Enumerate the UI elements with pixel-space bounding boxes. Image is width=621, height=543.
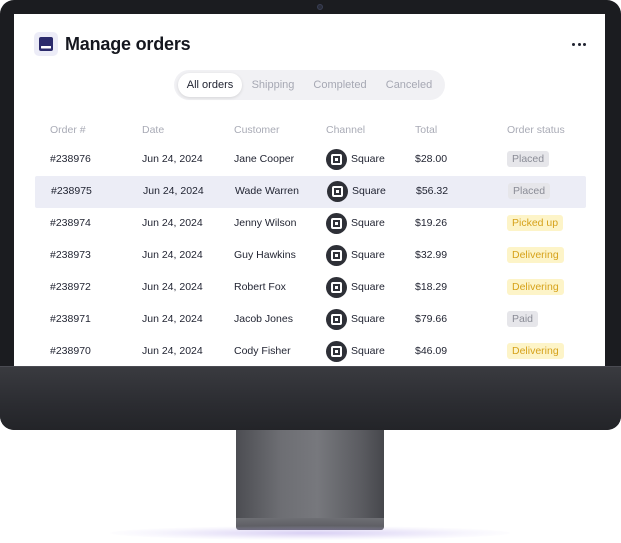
tab-shipping[interactable]: Shipping [245, 73, 301, 97]
order-number: #238975 [51, 185, 92, 197]
column-header-status[interactable]: Order status [507, 124, 565, 136]
table-row[interactable]: #238974 Jun 24, 2024 Jenny Wilson Square $19… [34, 208, 585, 240]
status-badge: Delivering [507, 343, 564, 359]
tab-completed[interactable]: Completed [308, 73, 372, 97]
order-total: $18.29 [415, 281, 448, 293]
more-options-button[interactable] [569, 35, 589, 53]
column-header-total[interactable]: Total [415, 124, 437, 136]
order-date: Jun 24, 2024 [142, 313, 203, 325]
ellipsis-icon [583, 43, 586, 46]
status-badge: Placed [508, 183, 551, 199]
order-number: #238973 [50, 249, 91, 261]
screen: Manage orders All orders Shipping Comple… [14, 14, 605, 366]
monitor-stand [236, 430, 384, 522]
column-header-order[interactable]: Order # [50, 124, 86, 136]
inbox-tray-icon [34, 32, 58, 56]
status-badge: Placed [507, 151, 550, 167]
order-number: #238972 [50, 281, 91, 293]
customer-name: Cody Fisher [234, 345, 291, 357]
channel-name: Square [351, 345, 385, 357]
page-title: Manage orders [65, 34, 191, 54]
column-header-date[interactable]: Date [142, 124, 164, 136]
ellipsis-icon [577, 43, 581, 46]
channel-name: Square [351, 249, 385, 261]
customer-name: Robert Fox [234, 281, 286, 293]
order-total: $56.32 [416, 185, 449, 197]
monitor-chin [0, 366, 621, 430]
square-pos-icon [327, 181, 348, 202]
status-badge: Picked up [507, 215, 564, 231]
customer-name: Wade Warren [235, 185, 299, 197]
order-date: Jun 24, 2024 [143, 185, 204, 197]
order-number: #238971 [50, 313, 91, 325]
square-pos-icon [326, 213, 347, 234]
table-header: Order # Date Customer Channel Total Orde… [34, 122, 585, 138]
status-badge: Delivering [507, 247, 564, 263]
table-row[interactable]: #238973 Jun 24, 2024 Guy Hawkins Square $32.… [34, 240, 585, 272]
order-date: Jun 24, 2024 [142, 153, 203, 165]
customer-name: Jacob Jones [234, 313, 293, 325]
status-badge: Delivering [507, 279, 564, 295]
column-header-customer[interactable]: Customer [234, 124, 280, 136]
page-header: Manage orders [34, 32, 589, 56]
order-total: $79.66 [415, 313, 448, 325]
customer-name: Jane Cooper [234, 153, 295, 165]
chin-divider [0, 366, 621, 367]
order-number: #238974 [50, 217, 91, 229]
table-row[interactable]: #238971 Jun 24, 2024 Jacob Jones Square $79.… [34, 304, 585, 336]
order-date: Jun 24, 2024 [142, 217, 203, 229]
channel-name: Square [351, 281, 385, 293]
customer-name: Guy Hawkins [234, 249, 296, 261]
order-total: $19.26 [415, 217, 448, 229]
square-pos-icon [326, 245, 347, 266]
webcam-icon [317, 4, 323, 10]
tab-canceled[interactable]: Canceled [378, 73, 440, 97]
table-row[interactable]: #238972 Jun 24, 2024 Robert Fox Square $18.2… [34, 272, 585, 304]
table-row[interactable]: #238970 Jun 24, 2024 Cody Fisher Square $46.… [34, 336, 585, 366]
order-total: $28.00 [415, 153, 448, 165]
order-date: Jun 24, 2024 [142, 345, 203, 357]
order-number: #238976 [50, 153, 91, 165]
square-pos-icon [326, 309, 347, 330]
tab-all-orders[interactable]: All orders [178, 73, 242, 97]
column-header-channel[interactable]: Channel [326, 124, 365, 136]
channel-name: Square [351, 313, 385, 325]
square-pos-icon [326, 277, 347, 298]
ellipsis-icon [572, 43, 575, 46]
square-pos-icon [326, 149, 347, 170]
table-row[interactable]: #238976 Jun 24, 2024 Jane Cooper Square $28.… [34, 144, 585, 176]
status-badge: Paid [507, 311, 539, 327]
square-pos-icon [326, 341, 347, 362]
order-date: Jun 24, 2024 [142, 281, 203, 293]
order-filter-tabs: All orders Shipping Completed Canceled [174, 70, 445, 100]
table-row[interactable]: #238975 Jun 24, 2024 Wade Warren Square $56.… [35, 176, 586, 208]
order-number: #238970 [50, 345, 91, 357]
order-date: Jun 24, 2024 [142, 249, 203, 261]
customer-name: Jenny Wilson [234, 217, 297, 229]
order-total: $32.99 [415, 249, 448, 261]
channel-name: Square [351, 217, 385, 229]
floor-glow [110, 526, 510, 540]
order-total: $46.09 [415, 345, 448, 357]
channel-name: Square [351, 153, 385, 165]
channel-name: Square [352, 185, 386, 197]
